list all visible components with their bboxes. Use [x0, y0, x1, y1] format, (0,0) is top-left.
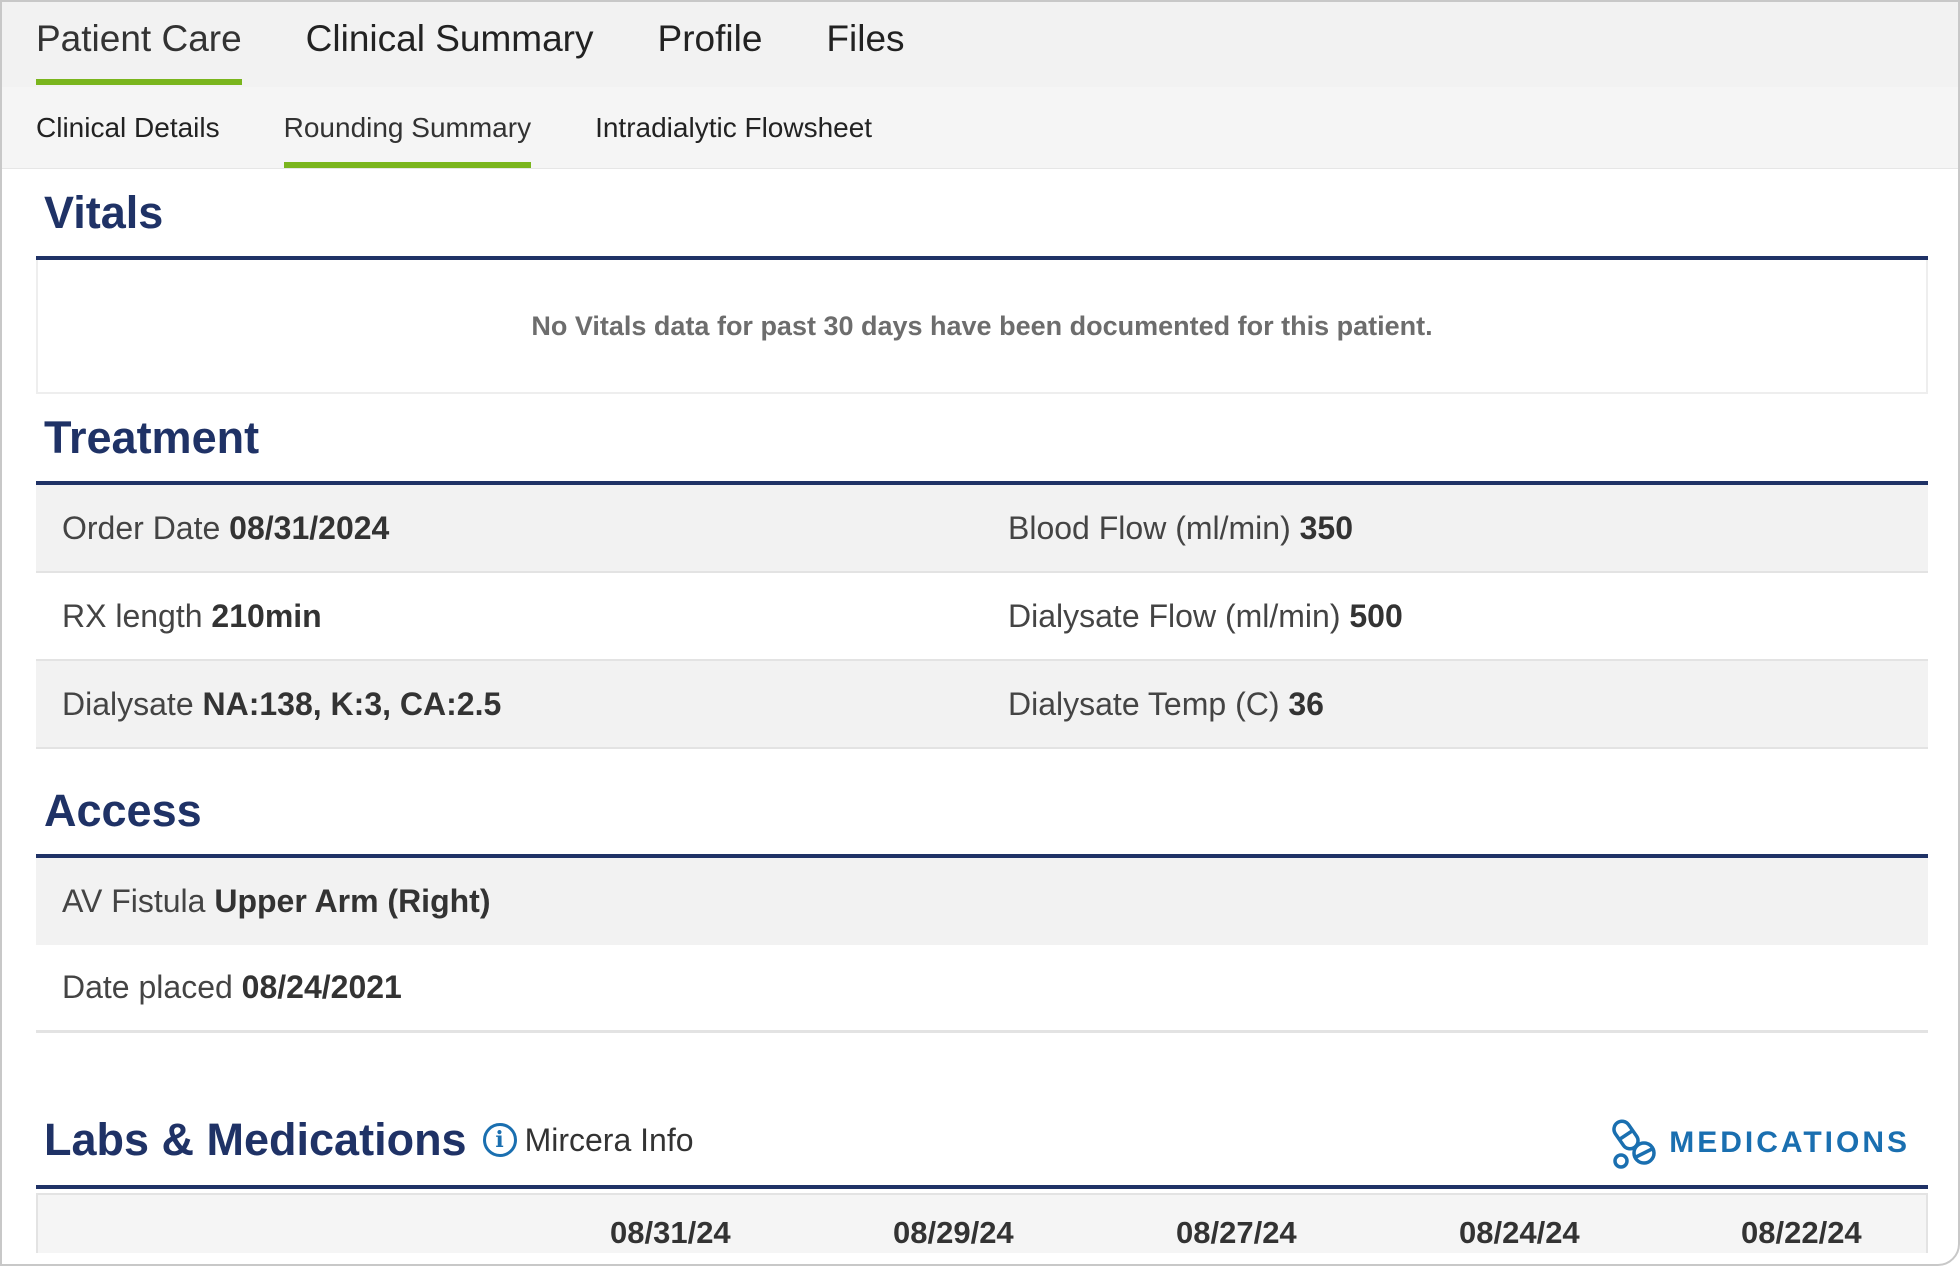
- vitals-empty-message: No Vitals data for past 30 days have bee…: [36, 260, 1928, 394]
- treatment-field-dialysate: Dialysate NA:138, K:3, CA:2.5: [36, 686, 982, 723]
- mircera-info-link[interactable]: i Mircera Info: [482, 1121, 694, 1159]
- labs-date-column: 08/31/24: [610, 1215, 731, 1250]
- treatment-heading: Treatment: [36, 394, 1928, 485]
- field-value: NA:138, K:3, CA:2.5: [202, 685, 502, 722]
- info-icon: i: [482, 1123, 517, 1157]
- vitals-heading: Vitals: [36, 169, 1928, 260]
- field-value: 08/31/2024: [229, 509, 390, 546]
- treatment-field-dialysate-flow: Dialysate Flow (ml/min) 500: [982, 598, 1928, 635]
- field-label: Dialysate: [62, 685, 203, 722]
- labs-date-column: 08/29/24: [893, 1215, 1014, 1250]
- labs-header: Labs & Medications i Mircera Info MEDICA…: [36, 1095, 1928, 1189]
- subtab-clinical-details[interactable]: Clinical Details: [36, 87, 220, 168]
- pills-icon: [1612, 1119, 1656, 1169]
- vitals-section: Vitals No Vitals data for past 30 days h…: [36, 169, 1928, 394]
- subtab-intradialytic-flowsheet[interactable]: Intradialytic Flowsheet: [595, 87, 872, 168]
- field-value: 36: [1288, 685, 1324, 722]
- field-label: Order Date: [62, 509, 230, 546]
- medications-button-label: MEDICATIONS: [1669, 1126, 1910, 1159]
- field-label: Dialysate Temp (C): [1008, 685, 1289, 722]
- field-label: Dialysate Flow (ml/min): [1008, 597, 1350, 634]
- treatment-field-rx-length: RX length 210min: [36, 598, 982, 635]
- treatment-section: Treatment Order Date 08/31/2024 Blood Fl…: [36, 394, 1928, 749]
- field-value: 500: [1349, 597, 1403, 634]
- mircera-info-label: Mircera Info: [524, 1121, 694, 1158]
- access-row-date-placed: Date placed 08/24/2021: [36, 945, 1928, 1033]
- labs-date-column: 08/27/24: [1176, 1215, 1297, 1250]
- tab-profile[interactable]: Profile: [658, 2, 763, 85]
- labs-date-column: 08/24/24: [1459, 1215, 1580, 1250]
- field-label: Date placed: [62, 969, 233, 1005]
- tab-patient-care[interactable]: Patient Care: [36, 2, 242, 85]
- labs-heading: Labs & Medications: [44, 1114, 467, 1165]
- access-row-fistula: AV Fistula Upper Arm (Right): [36, 858, 1928, 945]
- top-tab-bar: Patient Care Clinical Summary Profile Fi…: [2, 2, 1958, 87]
- treatment-field-order-date: Order Date 08/31/2024: [36, 510, 982, 547]
- treatment-row: RX length 210min Dialysate Flow (ml/min)…: [36, 573, 1928, 661]
- field-label: Blood Flow (ml/min): [1008, 509, 1300, 546]
- treatment-row: Order Date 08/31/2024 Blood Flow (ml/min…: [36, 485, 1928, 573]
- access-section: Access AV Fistula Upper Arm (Right) Date…: [36, 767, 1928, 1033]
- tab-files[interactable]: Files: [826, 2, 904, 85]
- field-value: 210min: [211, 597, 322, 634]
- field-label: RX length: [62, 597, 212, 634]
- app-window: Patient Care Clinical Summary Profile Fi…: [0, 0, 1960, 1266]
- subtab-rounding-summary[interactable]: Rounding Summary: [283, 87, 532, 168]
- sub-tab-bar: Clinical Details Rounding Summary Intrad…: [2, 87, 1958, 169]
- field-value: 08/24/2021: [241, 969, 402, 1005]
- treatment-row: Dialysate NA:138, K:3, CA:2.5 Dialysate …: [36, 661, 1928, 749]
- tab-clinical-summary[interactable]: Clinical Summary: [306, 2, 594, 85]
- field-value: Upper Arm (Right): [214, 883, 491, 919]
- field-value: 350: [1299, 509, 1353, 546]
- labs-section: Labs & Medications i Mircera Info MEDICA…: [36, 1095, 1928, 1253]
- access-heading: Access: [36, 767, 1928, 858]
- labs-date-column: 08/22/24: [1741, 1215, 1862, 1250]
- medications-button[interactable]: MEDICATIONS: [1611, 1117, 1910, 1169]
- rounding-summary-content: Vitals No Vitals data for past 30 days h…: [36, 169, 1928, 1253]
- field-label: AV Fistula: [62, 883, 206, 919]
- treatment-field-blood-flow: Blood Flow (ml/min) 350: [982, 510, 1928, 547]
- labs-table-header: 08/31/24 08/29/24 08/27/24 08/24/24 08/2…: [36, 1193, 1928, 1253]
- treatment-field-dialysate-temp: Dialysate Temp (C) 36: [982, 686, 1928, 723]
